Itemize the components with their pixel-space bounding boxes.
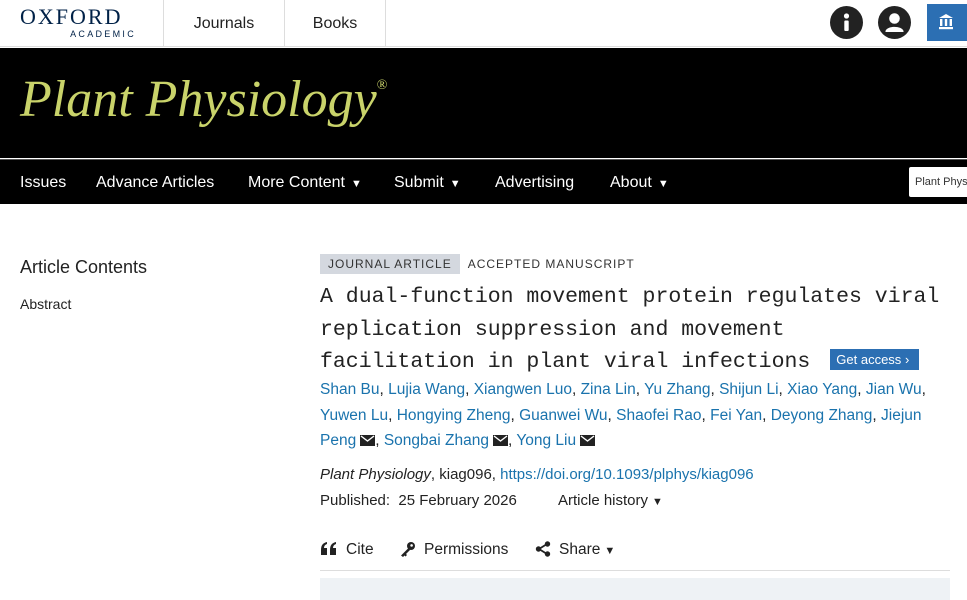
citation-journal: Plant Physiology — [320, 466, 431, 483]
author-link[interactable]: Yu Zhang — [644, 381, 710, 398]
nav-advance-articles[interactable]: Advance Articles — [96, 160, 214, 205]
caret-down-icon: ▼ — [652, 496, 663, 508]
caret-down-icon: ▼ — [350, 178, 362, 190]
author-link[interactable]: Lujia Wang — [388, 381, 465, 398]
institution-login-button[interactable] — [927, 4, 967, 41]
institution-icon — [939, 14, 953, 30]
author-link[interactable]: Fei Yan — [710, 407, 762, 424]
nav-about[interactable]: About ▼ — [610, 160, 669, 205]
nav-label: Submit — [394, 174, 444, 191]
article-badges: JOURNAL ARTICLE ACCEPTED MANUSCRIPT — [320, 254, 635, 274]
author-link[interactable]: Jian Wu — [866, 381, 922, 398]
cite-button[interactable]: Cite — [320, 538, 374, 562]
nav-label: More Content — [248, 174, 345, 191]
citation-article-id: , kiag096, — [430, 466, 501, 483]
caret-down-icon: ▼ — [604, 545, 616, 557]
registered-mark: ® — [376, 78, 388, 93]
manuscript-status-badge: ACCEPTED MANUSCRIPT — [467, 257, 635, 271]
author-link[interactable]: Songbai Zhang — [384, 432, 489, 449]
nav-advertising[interactable]: Advertising — [495, 160, 574, 205]
abstract-panel — [320, 578, 950, 600]
books-link[interactable]: Books — [284, 0, 386, 47]
share-label: Share — [559, 541, 601, 558]
nav-label: Issues — [20, 174, 67, 191]
journal-nav: Issues Advance Articles More Content ▼ Su… — [0, 159, 967, 204]
permissions-button[interactable]: Permissions — [400, 538, 508, 562]
author-link[interactable]: Xiao Yang — [787, 381, 857, 398]
quote-icon — [321, 542, 336, 555]
author-list: Shan Bu, Lujia Wang, Xiangwen Luo, Zina … — [320, 381, 926, 449]
logo-sub-text: ACADEMIC — [70, 29, 136, 39]
sidebar-link-abstract[interactable]: Abstract — [20, 296, 71, 312]
author-link[interactable]: Shaofei Rao — [616, 407, 701, 424]
author-link[interactable]: Hongying Zheng — [397, 407, 511, 424]
oxford-academic-logo[interactable]: OXFORD ACADEMIC — [20, 4, 136, 40]
journal-title-text: Plant Physiology — [20, 71, 377, 128]
doi-link[interactable]: https://doi.org/10.1093/plphys/kiag096 — [500, 466, 754, 483]
nav-label: Advertising — [495, 174, 575, 191]
logo-main-text: OXFORD — [20, 4, 123, 29]
journals-link[interactable]: Journals — [163, 0, 284, 47]
author-link[interactable]: Xiangwen Luo — [474, 381, 572, 398]
chevron-right-icon: › — [904, 352, 910, 367]
article-history-label: Article history — [558, 492, 649, 509]
author-link[interactable]: Zina Lin — [581, 381, 636, 398]
published-label: Published: — [320, 492, 391, 509]
nav-issues[interactable]: Issues — [20, 160, 66, 205]
author-link[interactable]: Guanwei Wu — [519, 407, 607, 424]
share-button[interactable]: Share ▼ — [535, 538, 615, 562]
nav-more-content[interactable]: More Content ▼ — [248, 160, 362, 205]
get-access-label: Get access — [836, 352, 902, 367]
search-scope-select[interactable]: Plant Phys — [909, 167, 967, 197]
published-date: 25 February 2026 — [398, 492, 517, 509]
nav-label: Advance Articles — [96, 174, 215, 191]
journal-banner: Plant Physiology® — [0, 48, 967, 158]
article-type-badge: JOURNAL ARTICLE — [320, 254, 460, 274]
author-link[interactable]: Yong Liu — [516, 432, 576, 449]
caret-down-icon: ▼ — [657, 178, 669, 190]
nav-label: About — [610, 174, 652, 191]
article-history-toggle[interactable]: Article history ▼ — [558, 492, 663, 509]
cite-label: Cite — [346, 541, 374, 558]
envelope-icon[interactable] — [360, 435, 376, 446]
article-title: A dual-function movement protein regulat… — [320, 281, 940, 379]
nav-submit[interactable]: Submit ▼ — [394, 160, 461, 205]
citation-line: Plant Physiology, kiag096, https://doi.o… — [320, 466, 754, 483]
author-link[interactable]: Shijun Li — [719, 381, 778, 398]
caret-down-icon: ▼ — [449, 178, 461, 190]
key-icon — [401, 542, 415, 557]
get-access-button[interactable]: Get access › — [830, 349, 920, 370]
top-bar: OXFORD ACADEMIC Journals Books — [0, 0, 967, 47]
author-link[interactable]: Deyong Zhang — [771, 407, 873, 424]
published-line: Published: 25 February 2026 — [320, 492, 517, 509]
envelope-icon[interactable] — [580, 435, 596, 446]
user-account-icon[interactable] — [878, 6, 911, 39]
article-contents-heading: Article Contents — [20, 257, 148, 277]
author-link[interactable]: Yuwen Lu — [320, 407, 388, 424]
divider — [320, 570, 950, 571]
author-link[interactable]: Shan Bu — [320, 381, 379, 398]
envelope-icon[interactable] — [492, 435, 508, 446]
journal-title[interactable]: Plant Physiology® — [20, 70, 387, 129]
info-icon[interactable] — [830, 6, 863, 39]
share-icon — [535, 541, 551, 557]
permissions-label: Permissions — [424, 541, 509, 558]
